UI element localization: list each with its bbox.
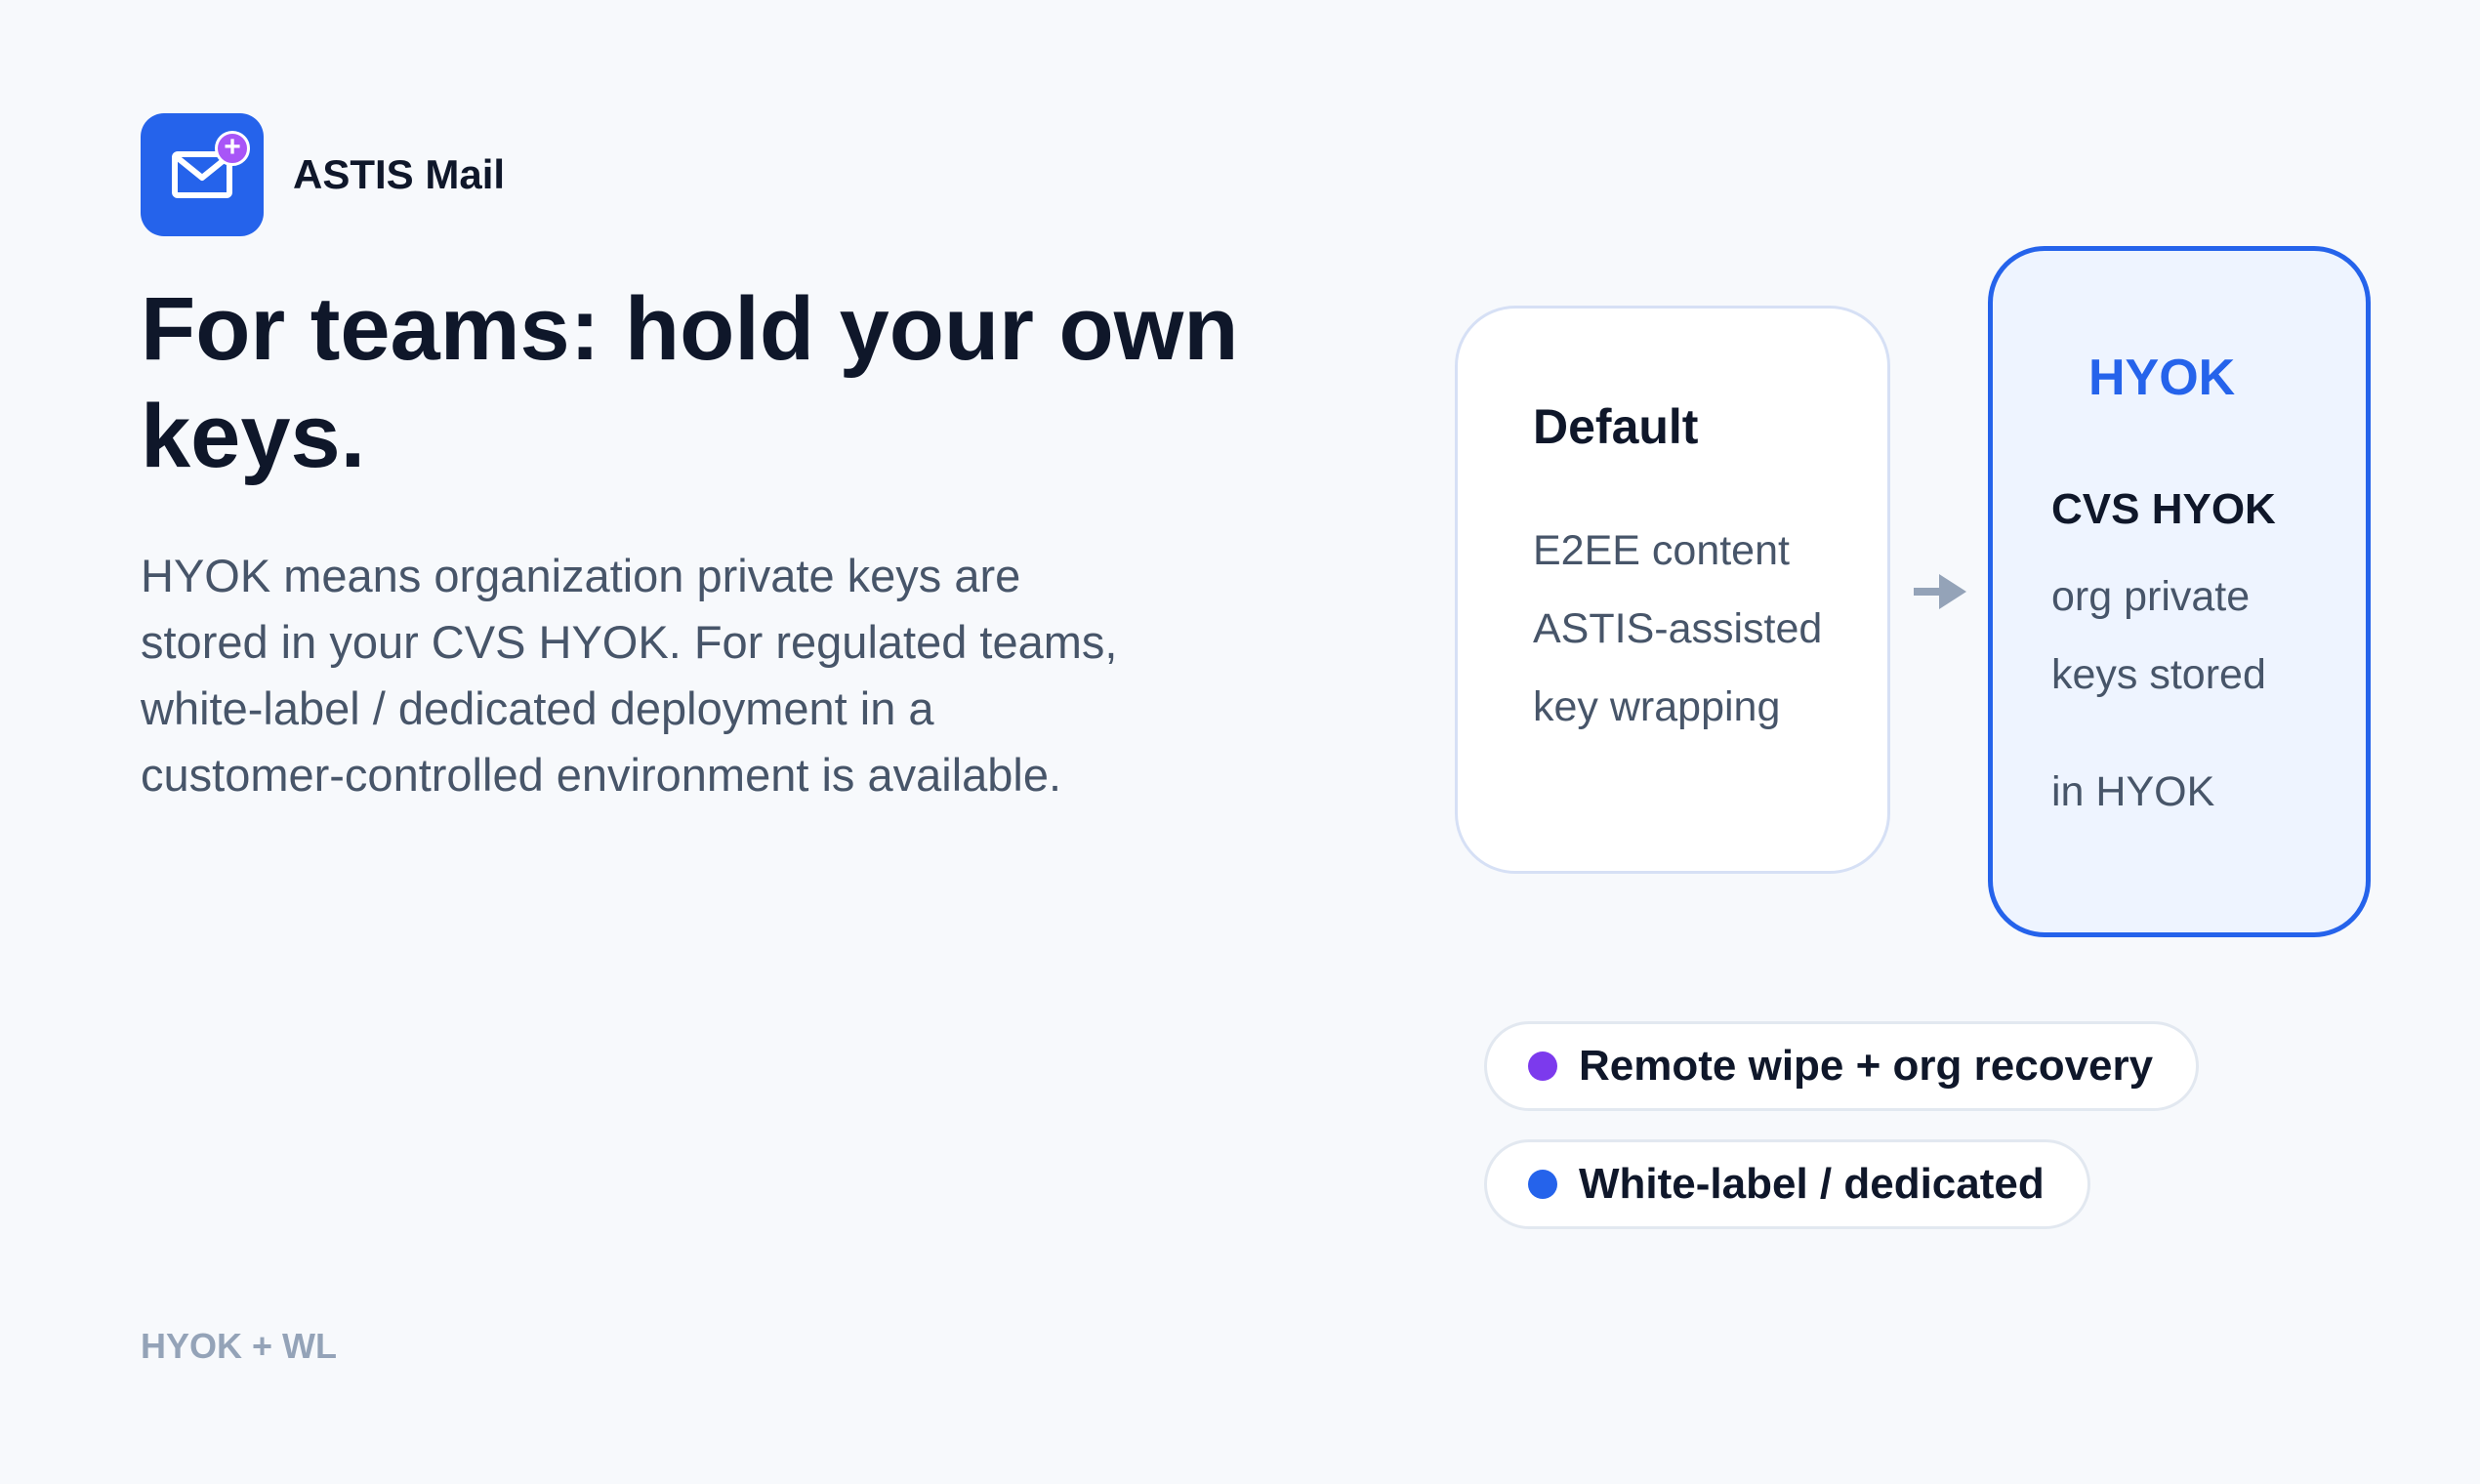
default-card: Default E2EE content ASTIS-assisted key … [1455,306,1890,874]
footer-tag: HYOK + WL [141,1326,338,1366]
hyok-card-line: keys stored [2051,651,2266,698]
slide-canvas: + ASTIS Mail For teams: hold your own ke… [0,0,2480,1484]
mail-plus-icon: + [141,113,264,236]
purple-dot-icon [1528,1051,1557,1081]
feature-pill-white-label: White-label / dedicated [1484,1139,2090,1229]
hyok-card-line: in HYOK [2051,768,2215,815]
hyok-card: HYOK CVS HYOK org private keys stored in… [1988,246,2371,937]
default-card-line: ASTIS-assisted [1533,605,1823,652]
hyok-card-subtitle: CVS HYOK [2051,485,2276,533]
arrow-right-icon [1914,574,1966,609]
page-title: For teams: hold your own keys. [141,279,1239,486]
default-card-line: E2EE content [1533,527,1790,574]
plus-badge-icon: + [215,131,250,166]
hyok-card-line: org private [2051,573,2251,620]
blue-dot-icon [1528,1170,1557,1199]
feature-pill-label: Remote wipe + org recovery [1579,1042,2154,1090]
hero-description: HYOK means organization private keys are… [141,550,1118,801]
brand-name: ASTIS Mail [293,151,506,197]
hyok-card-tag: HYOK [2088,350,2236,406]
feature-pill-label: White-label / dedicated [1579,1160,2045,1208]
feature-pill-remote-wipe: Remote wipe + org recovery [1484,1021,2200,1111]
default-card-line: key wrapping [1533,683,1781,730]
default-card-title: Default [1533,399,1699,454]
brand: + ASTIS Mail [141,113,505,236]
